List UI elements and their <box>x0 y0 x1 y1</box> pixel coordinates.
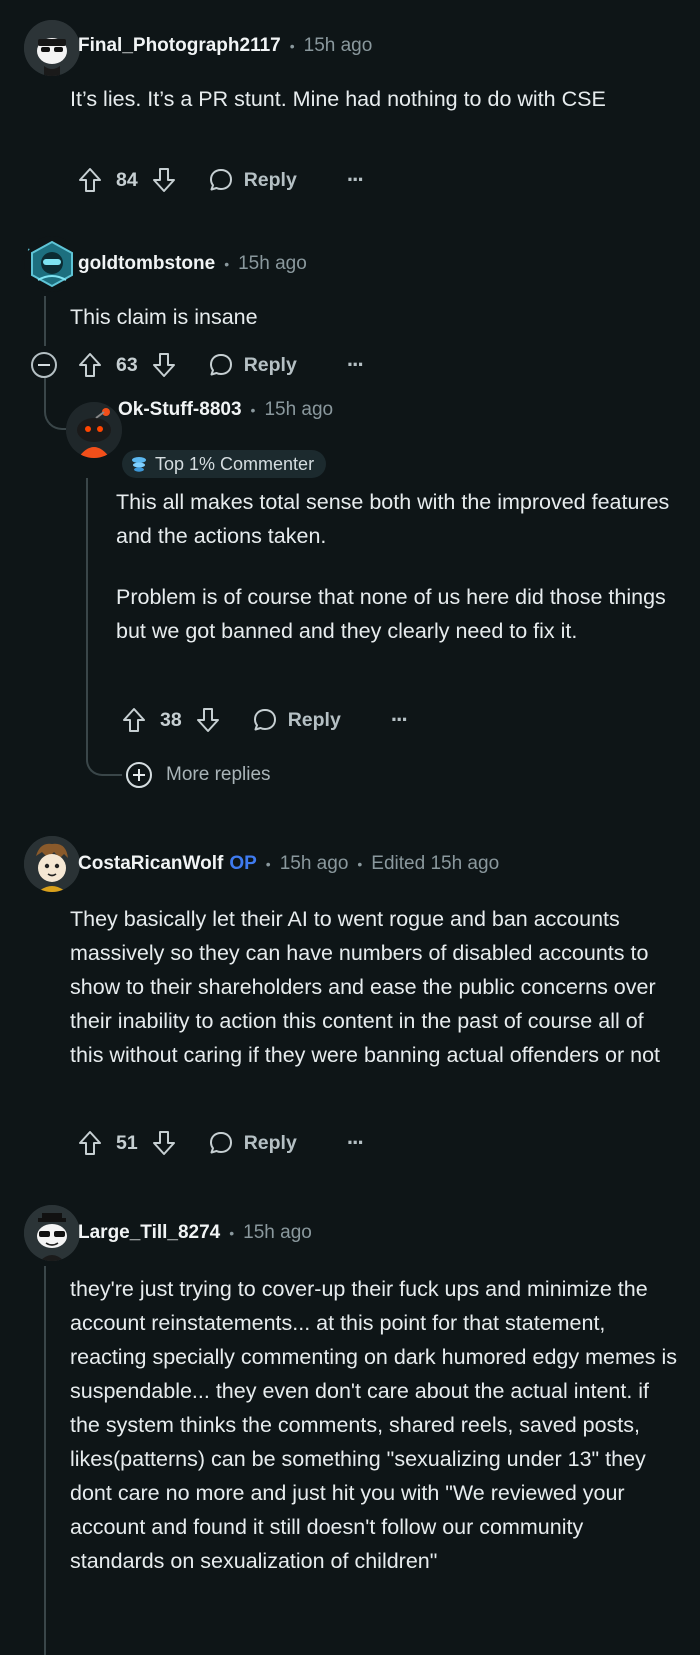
vote-score: 51 <box>116 1131 138 1154</box>
more-replies-label: More replies <box>166 764 271 785</box>
comment-icon <box>209 354 232 376</box>
timestamp[interactable]: 15h ago <box>304 34 373 58</box>
more-options-button[interactable]: ··· <box>346 167 365 193</box>
badge-label: Top 1% Commenter <box>155 453 315 474</box>
avatar[interactable] <box>24 836 80 892</box>
username[interactable]: CostaRicanWolf <box>78 852 223 876</box>
separator-dot: • <box>357 856 363 872</box>
comment-body: This claim is insane <box>70 300 640 334</box>
avatar[interactable] <box>24 1205 80 1261</box>
comment-paragraph: This all makes total sense both with the… <box>116 490 670 548</box>
separator-dot: • <box>289 38 295 54</box>
thread-connector <box>44 388 66 430</box>
upvote-icon[interactable] <box>78 1130 102 1156</box>
more-options-button[interactable]: ··· <box>346 1130 365 1156</box>
comment-body: This all makes total sense both with the… <box>116 485 676 648</box>
vote-score: 38 <box>160 708 182 731</box>
reply-label: Reply <box>287 708 341 731</box>
avatar[interactable] <box>24 236 80 292</box>
comment-paragraph: Problem is of course that none of us her… <box>116 585 666 643</box>
upvote-icon[interactable] <box>122 707 146 733</box>
username[interactable]: goldtombstone <box>78 252 215 276</box>
thread-line <box>44 1266 46 1655</box>
collapse-thread-button[interactable] <box>31 352 57 378</box>
comment-body: It’s lies. It’s a PR stunt. Mine had not… <box>70 82 640 116</box>
plus-circle-icon <box>126 762 152 788</box>
separator-dot: • <box>229 1225 235 1241</box>
comment-meta: Large_Till_8274 • 15h ago <box>78 1221 312 1245</box>
downvote-icon[interactable] <box>196 707 220 733</box>
vote-score: 63 <box>116 353 138 376</box>
comment-meta: Ok-Stuff-8803 • 15h ago <box>118 398 333 422</box>
comment-body: They basically let their AI to went rogu… <box>70 902 670 1072</box>
top-commenter-badge[interactable]: Top 1% Commenter <box>122 450 327 478</box>
downvote-icon[interactable] <box>152 352 176 378</box>
comment-actions: 51 Reply ··· <box>78 1125 365 1161</box>
username[interactable]: Ok-Stuff-8803 <box>118 398 242 422</box>
username[interactable]: Large_Till_8274 <box>78 1221 220 1245</box>
comment-icon <box>253 709 276 731</box>
comment-meta: goldtombstone • 15h ago <box>78 252 307 276</box>
more-options-button[interactable]: ··· <box>390 707 409 733</box>
reply-button[interactable]: Reply <box>208 1130 297 1156</box>
comment-meta: Final_Photograph2117 • 15h ago <box>78 34 372 58</box>
separator-dot: • <box>250 402 256 418</box>
more-options-icon: ··· <box>390 707 409 732</box>
downvote-icon[interactable] <box>152 167 176 193</box>
timestamp[interactable]: 15h ago <box>264 398 333 422</box>
avatar[interactable] <box>66 402 122 458</box>
downvote-icon[interactable] <box>152 1130 176 1156</box>
vote-score: 84 <box>116 168 138 191</box>
more-options-icon: ··· <box>346 352 365 377</box>
reply-button[interactable]: Reply <box>208 352 297 378</box>
reply-button[interactable]: Reply <box>208 167 297 193</box>
reply-label: Reply <box>243 353 297 376</box>
thread-line <box>86 478 88 750</box>
more-options-icon: ··· <box>346 1130 365 1155</box>
comment-icon <box>209 1132 232 1154</box>
timestamp[interactable]: 15h ago <box>280 852 349 876</box>
comment-paragraph: This claim is insane <box>70 305 258 329</box>
upvote-icon[interactable] <box>78 167 102 193</box>
timestamp[interactable]: 15h ago <box>243 1221 312 1245</box>
separator-dot: • <box>224 256 230 272</box>
comment-body: they're just trying to cover-up their fu… <box>70 1272 682 1578</box>
username[interactable]: Final_Photograph2117 <box>78 34 281 58</box>
comment-paragraph: they're just trying to cover-up their fu… <box>70 1277 678 1573</box>
separator-dot: • <box>265 856 271 872</box>
comment-actions: 63 Reply ··· <box>78 347 365 383</box>
comment-meta: CostaRicanWolf OP • 15h ago • Edited 15h… <box>78 852 499 876</box>
comment-actions: 38 Reply ··· <box>122 702 409 738</box>
more-options-button[interactable]: ··· <box>346 352 365 378</box>
more-options-icon: ··· <box>346 167 365 192</box>
comment-paragraph: They basically let their AI to went rogu… <box>70 907 661 1067</box>
edited-label: Edited 15h ago <box>371 853 500 874</box>
more-replies-button[interactable]: More replies <box>126 762 271 788</box>
upvote-icon[interactable] <box>78 352 102 378</box>
reply-label: Reply <box>243 168 297 191</box>
thread-connector <box>86 742 122 776</box>
reply-label: Reply <box>243 1131 297 1154</box>
thread-line <box>44 296 46 346</box>
comment-actions: 84 Reply ··· <box>78 162 365 198</box>
op-badge: OP <box>229 853 257 874</box>
avatar[interactable] <box>24 20 80 76</box>
reply-button[interactable]: Reply <box>252 707 341 733</box>
trophy-icon <box>130 455 148 473</box>
comment-paragraph: It’s lies. It’s a PR stunt. Mine had not… <box>70 87 606 111</box>
comment-icon <box>209 169 232 191</box>
timestamp[interactable]: 15h ago <box>238 252 307 276</box>
